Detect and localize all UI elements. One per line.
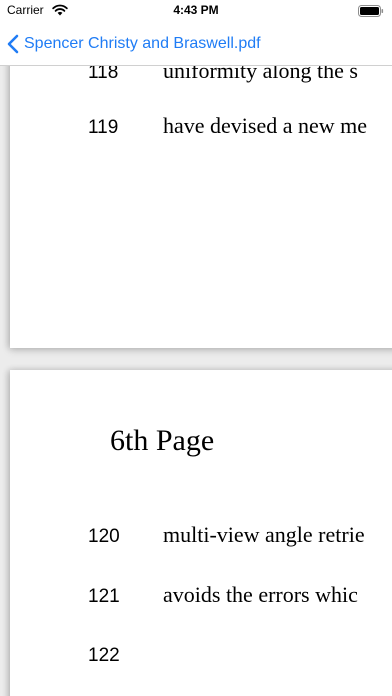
text-line: 120 multi-view angle retrie <box>10 522 392 552</box>
pdf-viewer[interactable]: 118 uniformity along the s 119 have devi… <box>0 66 392 696</box>
line-number: 119 <box>88 117 119 138</box>
clock: 4:43 PM <box>173 3 219 17</box>
pdf-page-current: 6th Page 120 multi-view angle retrie 121… <box>10 370 392 696</box>
text-line: 121 avoids the errors whic <box>10 582 392 612</box>
line-number: 118 <box>88 66 119 83</box>
line-number: 121 <box>88 586 120 607</box>
pdf-page-previous: 118 uniformity along the s 119 have devi… <box>10 66 392 348</box>
line-text: uniformity along the s <box>163 66 358 83</box>
text-line: 119 have devised a new me <box>10 113 392 143</box>
text-line: 118 uniformity along the s <box>10 66 392 88</box>
line-text: multi-view angle retrie <box>163 522 365 547</box>
document-title: Spencer Christy and Braswell.pdf <box>24 35 261 52</box>
battery-icon <box>358 5 384 17</box>
chevron-left-icon <box>7 34 19 54</box>
page-heading: 6th Page <box>110 424 215 457</box>
status-bar: Carrier 4:43 PM <box>0 0 392 22</box>
text-line: 122 <box>10 641 392 671</box>
line-number: 122 <box>88 645 120 666</box>
line-number: 120 <box>88 526 120 547</box>
line-text: have devised a new me <box>163 113 368 138</box>
back-button[interactable]: Spencer Christy and Braswell.pdf <box>6 32 261 56</box>
line-text: avoids the errors whic <box>163 582 358 607</box>
navigation-bar: Spencer Christy and Braswell.pdf <box>0 22 392 66</box>
